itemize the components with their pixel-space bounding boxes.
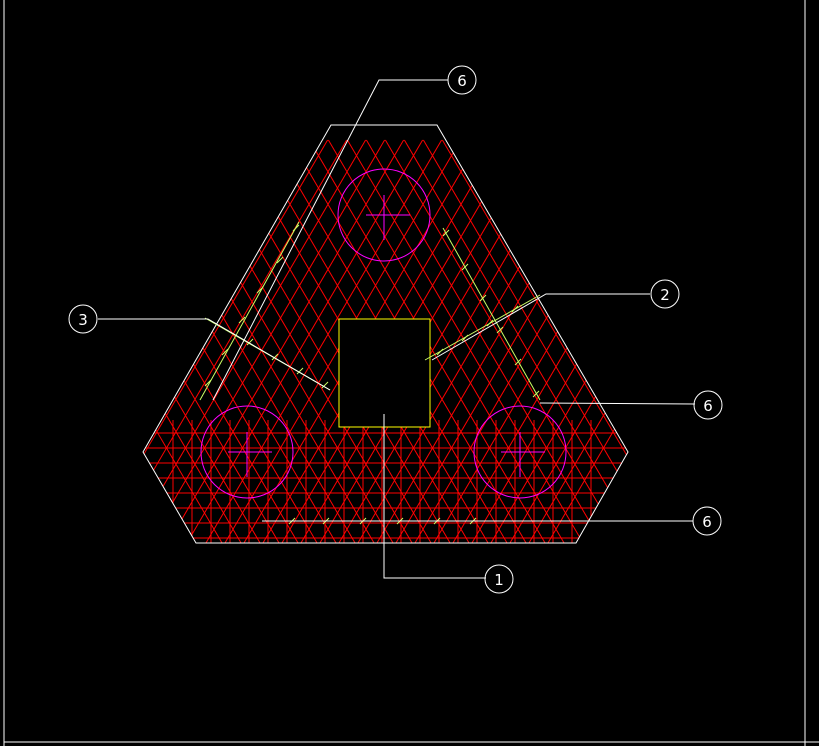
rebar-line bbox=[143, 139, 290, 543]
rebar-line bbox=[143, 139, 271, 543]
pile-right bbox=[473, 405, 567, 499]
rebar-line bbox=[143, 139, 252, 543]
callout-right-upper: 2 bbox=[650, 279, 680, 309]
rebar-line bbox=[143, 139, 253, 543]
callout-right-lower: 6 bbox=[692, 506, 722, 536]
column-outline bbox=[338, 318, 431, 428]
rebar-line bbox=[143, 139, 309, 543]
rebar-line bbox=[143, 139, 310, 543]
rebar-line bbox=[143, 139, 348, 543]
svg-text:6: 6 bbox=[703, 397, 713, 415]
svg-text:6: 6 bbox=[702, 513, 712, 531]
rebar-line bbox=[517, 139, 628, 543]
rebar-line bbox=[498, 139, 628, 543]
pile-left bbox=[200, 405, 294, 499]
rebar-line bbox=[441, 139, 628, 543]
callout-right-middle: 6 bbox=[693, 390, 723, 420]
svg-text:2: 2 bbox=[660, 286, 670, 304]
rebar-line bbox=[460, 139, 628, 543]
rebar-line bbox=[143, 139, 272, 543]
callout-top: 6 bbox=[447, 65, 477, 95]
callout-left: 3 bbox=[68, 304, 98, 334]
rebar-line bbox=[143, 139, 366, 543]
rebar-line bbox=[143, 139, 329, 543]
callout-bottom: 1 bbox=[484, 564, 514, 594]
svg-text:3: 3 bbox=[78, 311, 88, 329]
cad-drawing-canvas: 6 2 6 3 6 1 bbox=[3, 0, 819, 746]
rebar-line bbox=[143, 139, 367, 543]
rebar-line bbox=[143, 139, 233, 543]
svg-text:1: 1 bbox=[494, 571, 504, 589]
svg-text:6: 6 bbox=[457, 72, 467, 90]
rebar-line bbox=[143, 139, 328, 543]
rebar-line bbox=[422, 139, 628, 543]
rebar-line bbox=[479, 139, 628, 543]
rebar-line bbox=[143, 139, 347, 543]
rebar-line bbox=[143, 139, 291, 543]
